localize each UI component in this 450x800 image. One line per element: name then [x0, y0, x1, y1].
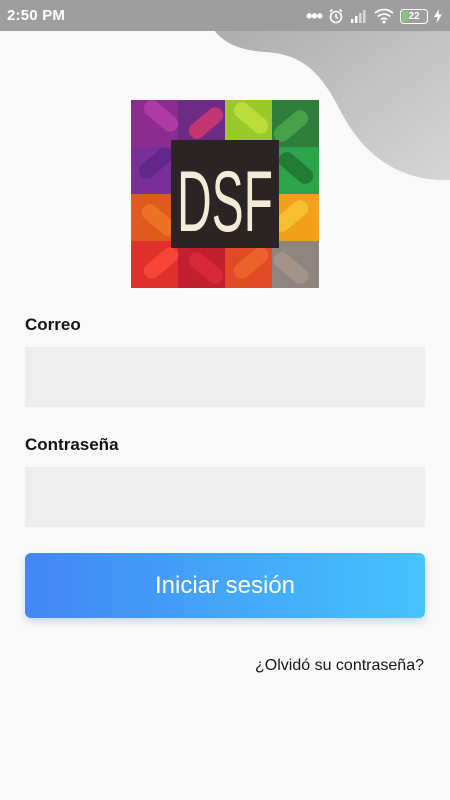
forgot-password-link[interactable]: ¿Olvidó su contraseña? — [255, 657, 424, 675]
password-field[interactable] — [25, 467, 425, 527]
battery-level: 22 — [408, 10, 420, 22]
status-time: 2:50 PM — [7, 7, 66, 24]
logo-text: DSF — [177, 154, 273, 250]
battery-icon: 22 — [400, 8, 428, 24]
email-label: Correo — [25, 315, 81, 334]
alarm-icon — [329, 8, 343, 24]
status-bar: 2:50 PM ••• 22 — [0, 0, 450, 31]
charging-icon — [434, 9, 442, 23]
password-label: Contraseña — [25, 435, 119, 454]
dsf-logo: DSF — [131, 100, 319, 288]
signal-icon — [351, 10, 366, 23]
login-button[interactable]: Iniciar sesión — [25, 553, 425, 618]
wifi-icon — [374, 8, 394, 24]
email-field[interactable] — [25, 347, 425, 407]
more-dots-icon: ••• — [306, 6, 323, 26]
status-icons: ••• 22 — [306, 6, 442, 26]
